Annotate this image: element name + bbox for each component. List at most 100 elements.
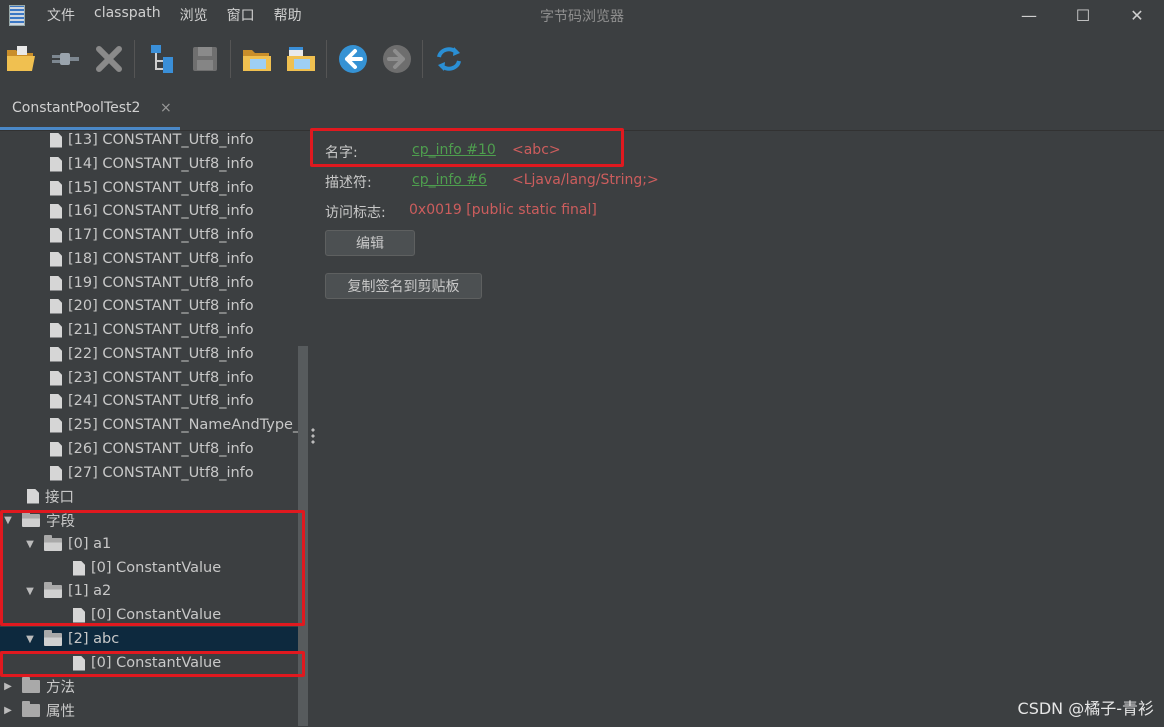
menu-browse[interactable]: 浏览 — [180, 5, 208, 25]
close-file-button[interactable] — [92, 42, 126, 76]
class-tree[interactable]: [13] CONSTANT_Utf8_info [14] CONSTANT_Ut… — [0, 131, 308, 727]
tree-item-field-a1[interactable]: ▼ [0] a1 — [0, 532, 308, 556]
connect-button[interactable] — [48, 42, 82, 76]
open-folder-icon — [44, 581, 62, 598]
open-folder-icon — [44, 534, 62, 551]
tree-item-field-a2[interactable]: ▼ [1] a2 — [0, 579, 308, 603]
tree-item-constant[interactable]: [22] CONSTANT_Utf8_info — [0, 342, 308, 366]
name-cp-link[interactable]: cp_info #10 — [412, 142, 496, 158]
tab-constantpooltest2[interactable]: ConstantPoolTest2 × — [0, 88, 180, 130]
tree-item-constantvalue[interactable]: [0] ConstantValue — [0, 556, 308, 580]
tree-scrollbar-thumb[interactable] — [298, 346, 308, 726]
name-label: 名字: — [325, 145, 358, 161]
menu-classpath[interactable]: classpath — [94, 5, 161, 25]
toolbar-separator — [422, 40, 423, 78]
tree-item-attributes[interactable]: ▶ 属性 — [0, 698, 300, 722]
menu-help[interactable]: 帮助 — [274, 5, 302, 25]
watermark: CSDN @橘子-青衫 — [1017, 699, 1154, 718]
access-flags-value: 0x0019 [public static final] — [409, 202, 597, 218]
file-icon — [50, 203, 62, 219]
expanded-arrow-icon[interactable]: ▼ — [2, 515, 14, 526]
descriptor-value: <Ljava/lang/String;> — [512, 172, 659, 188]
close-x-icon — [96, 46, 122, 72]
tree-item-constantvalue[interactable]: [0] ConstantValue — [0, 651, 308, 675]
edit-button[interactable]: 编辑 — [325, 230, 415, 256]
tree-item-constant[interactable]: [20] CONSTANT_Utf8_info — [0, 294, 308, 318]
file-icon — [27, 488, 39, 504]
open-folder-icon — [22, 510, 40, 527]
tree-item-constant[interactable]: [26] CONSTANT_Utf8_info — [0, 437, 308, 461]
expanded-arrow-icon[interactable]: ▼ — [24, 586, 36, 597]
menu-file[interactable]: 文件 — [47, 5, 75, 25]
file-icon — [73, 560, 85, 576]
toolbar-separator — [326, 40, 327, 78]
file-icon — [50, 275, 62, 291]
collapsed-arrow-icon[interactable]: ▶ — [2, 705, 14, 716]
toolbar — [0, 30, 1164, 88]
file-icon — [73, 607, 85, 623]
splitter-grip-icon[interactable] — [311, 427, 315, 445]
tree-view-button[interactable] — [145, 42, 179, 76]
tree-item-methods[interactable]: ▶ 方法 — [0, 674, 300, 698]
minimize-button[interactable]: — — [1002, 0, 1056, 30]
descriptor-label: 描述符: — [325, 175, 372, 191]
tree-item-constant[interactable]: [25] CONSTANT_NameAndType_info — [0, 413, 308, 437]
save-button[interactable] — [188, 42, 222, 76]
plug-icon — [52, 53, 79, 65]
refresh-button[interactable] — [432, 42, 466, 76]
expanded-arrow-icon[interactable]: ▼ — [24, 539, 36, 550]
descriptor-cp-link[interactable]: cp_info #6 — [412, 172, 487, 188]
open-file-icon — [243, 50, 271, 71]
back-arrow-icon — [339, 45, 367, 73]
maximize-button[interactable]: ☐ — [1056, 0, 1110, 30]
folder-icon — [22, 676, 40, 693]
tree-item-constant[interactable]: [19] CONSTANT_Utf8_info — [0, 271, 308, 295]
file-icon — [50, 465, 62, 481]
app-icon — [9, 5, 25, 26]
forward-button[interactable] — [380, 42, 414, 76]
tree-item-field-abc[interactable]: ▼ [2] abc — [0, 627, 308, 651]
toolbar-separator — [230, 40, 231, 78]
name-value: <abc> — [512, 142, 561, 158]
close-window-button[interactable]: ✕ — [1110, 0, 1164, 30]
open-file-button[interactable] — [240, 42, 274, 76]
tree-item-constant[interactable]: [17] CONSTANT_Utf8_info — [0, 223, 308, 247]
back-button[interactable] — [336, 42, 370, 76]
tree-item-constant[interactable]: [15] CONSTANT_Utf8_info — [0, 176, 308, 200]
forward-arrow-icon — [383, 45, 411, 73]
tree-item-constant[interactable]: [13] CONSTANT_Utf8_info — [0, 131, 308, 152]
tree-item-fields[interactable]: ▼ 字段 — [0, 508, 300, 532]
tree-item-constant[interactable]: [18] CONSTANT_Utf8_info — [0, 247, 308, 271]
field-detail-panel: 名字: cp_info #10 <abc> 描述符: cp_info #6 <L… — [318, 131, 1164, 727]
file-icon — [50, 132, 62, 148]
file-icon — [50, 441, 62, 457]
copy-signature-button[interactable]: 复制签名到剪贴板 — [325, 273, 482, 299]
open-folder-button[interactable] — [4, 42, 38, 76]
menu-bar: 文件 classpath 浏览 窗口 帮助 — [47, 5, 321, 25]
expanded-arrow-icon[interactable]: ▼ — [24, 634, 36, 645]
file-icon — [73, 655, 85, 671]
collapsed-arrow-icon[interactable]: ▶ — [2, 681, 14, 692]
tree-item-constant[interactable]: [21] CONSTANT_Utf8_info — [0, 318, 308, 342]
file-icon — [50, 180, 62, 196]
tree-item-interfaces[interactable]: 接口 — [0, 484, 308, 508]
save-icon — [193, 47, 217, 71]
window-controls: — ☐ ✕ — [1002, 0, 1164, 30]
title-bar: 文件 classpath 浏览 窗口 帮助 字节码浏览器 — ☐ ✕ — [0, 0, 1164, 30]
tree-item-constant[interactable]: [24] CONSTANT_Utf8_info — [0, 389, 308, 413]
file-icon — [50, 156, 62, 172]
file-icon — [50, 298, 62, 314]
file-icon — [50, 393, 62, 409]
tree-item-constant[interactable]: [23] CONSTANT_Utf8_info — [0, 366, 308, 390]
tab-label: ConstantPoolTest2 — [12, 100, 141, 116]
tree-item-constantvalue[interactable]: [0] ConstantValue — [0, 603, 308, 627]
tree-item-constant[interactable]: [14] CONSTANT_Utf8_info — [0, 152, 308, 176]
file-icon — [50, 227, 62, 243]
browse-window-button[interactable] — [284, 42, 318, 76]
tab-close-icon[interactable]: × — [160, 100, 172, 116]
tree-item-constant[interactable]: [16] CONSTANT_Utf8_info — [0, 199, 308, 223]
menu-window[interactable]: 窗口 — [227, 5, 255, 25]
file-icon — [50, 346, 62, 362]
tree-item-constant[interactable]: [27] CONSTANT_Utf8_info — [0, 461, 308, 485]
toolbar-separator — [134, 40, 135, 78]
